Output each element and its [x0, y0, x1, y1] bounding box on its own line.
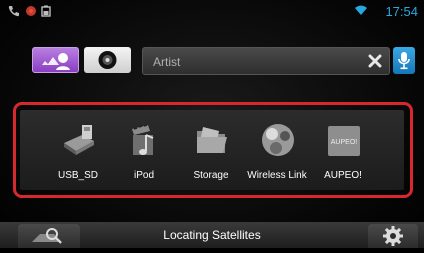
battery-icon	[41, 5, 51, 17]
clear-icon[interactable]	[367, 53, 383, 69]
wireless-link-icon	[262, 124, 294, 156]
status-message: Locating Satellites	[163, 228, 261, 242]
aupeo-logo-text: AUPEO!	[331, 139, 358, 146]
ipod-icon	[132, 124, 154, 155]
usb-sd-icon	[64, 125, 94, 155]
search-field-text: Artist	[153, 55, 181, 69]
disc-button[interactable]	[84, 47, 131, 73]
microphone-button[interactable]	[393, 47, 415, 74]
gear-icon	[383, 226, 403, 246]
settings-button[interactable]	[368, 224, 418, 248]
phone-icon	[8, 6, 19, 17]
map-search-icon	[32, 228, 62, 244]
disc-icon	[98, 51, 117, 69]
microphone-icon	[398, 52, 410, 70]
navigation-button[interactable]	[18, 224, 80, 248]
search-field[interactable]: Artist	[142, 47, 390, 75]
status-bar: 17:54	[0, 0, 424, 22]
record-icon	[26, 6, 36, 16]
voice-search-button[interactable]	[32, 47, 79, 73]
aupeo-icon: AUPEO!	[328, 126, 360, 156]
wifi-icon	[355, 5, 367, 15]
voice-person-icon	[42, 53, 70, 70]
source-label: AUPEO!	[324, 170, 362, 181]
source-item-aupeo[interactable]: AUPEO! AUPEO!	[310, 115, 376, 187]
clock-time: 17:54	[385, 4, 418, 19]
storage-icon	[197, 127, 227, 153]
source-item-storage[interactable]: Storage	[178, 115, 244, 187]
source-item-ipod[interactable]: iPod	[111, 115, 177, 187]
source-item-usb-sd[interactable]: USB_SD	[45, 115, 111, 187]
source-item-wireless-link[interactable]: Wireless Link	[244, 115, 310, 187]
